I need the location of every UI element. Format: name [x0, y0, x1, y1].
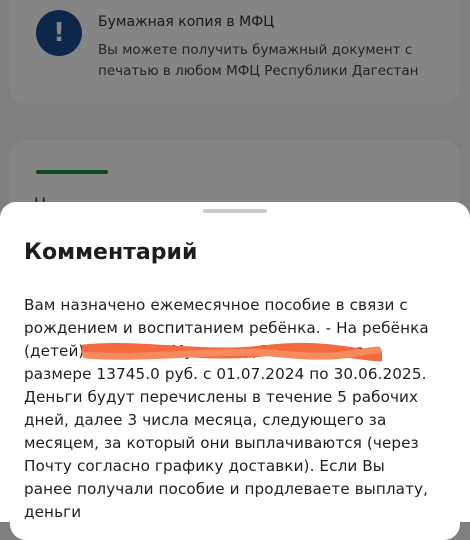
sheet-drag-handle[interactable]: [203, 209, 267, 213]
comment-bottom-sheet: Комментарий Вам назначено ежемесячное по…: [0, 202, 470, 522]
comment-text: Вам назначено ежемесячное пособие в связ…: [24, 296, 429, 521]
sheet-title: Комментарий: [24, 240, 198, 265]
